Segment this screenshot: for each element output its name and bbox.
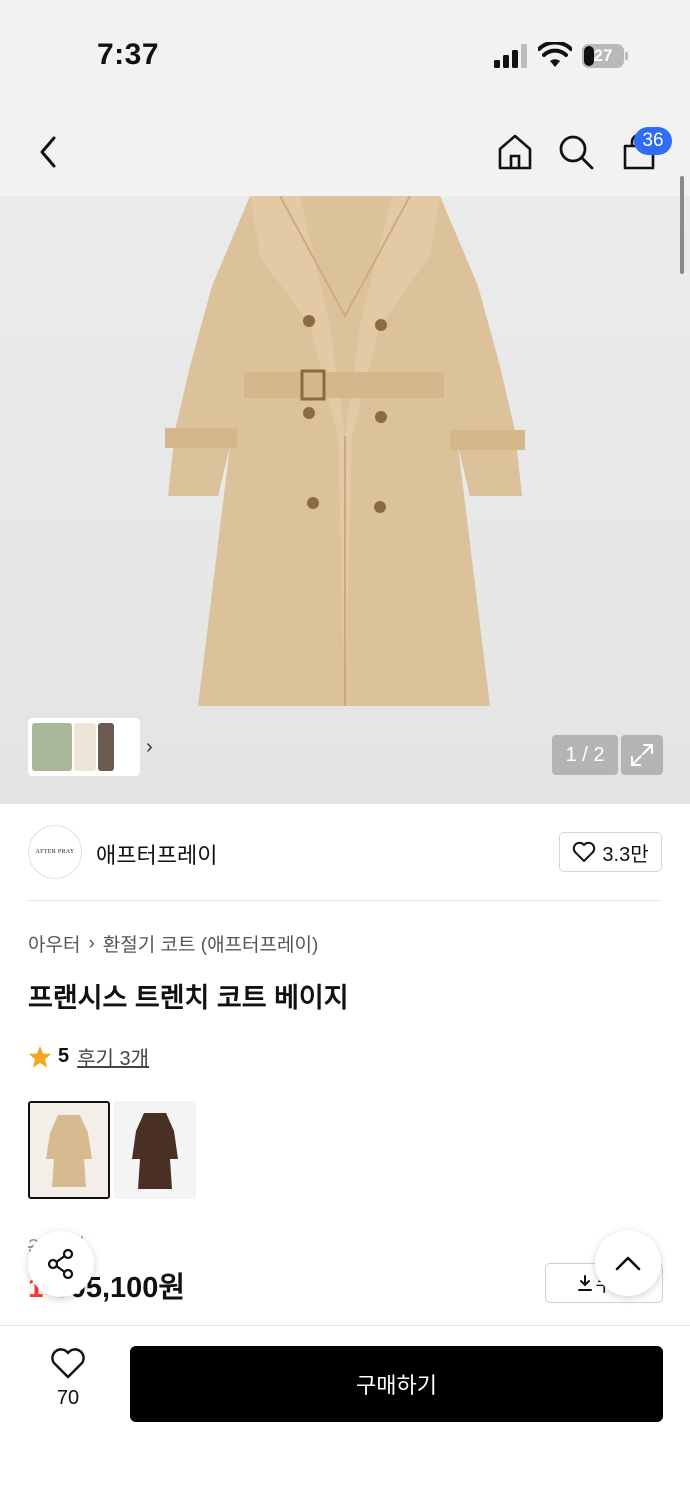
- breadcrumb-category[interactable]: 아우터: [28, 930, 80, 957]
- search-icon: [559, 135, 594, 170]
- status-bar: 7:37 27: [0, 0, 690, 110]
- download-icon: [577, 1275, 592, 1291]
- review-count-link[interactable]: 후기 3개: [77, 1042, 149, 1071]
- product-rating: 5 후기 3개: [28, 1042, 149, 1071]
- brand-name[interactable]: 애프터프레이: [96, 838, 217, 870]
- battery-level: 27: [593, 46, 613, 65]
- expand-button[interactable]: [621, 735, 663, 775]
- brand-like-button[interactable]: 3.3만: [559, 832, 662, 872]
- search-button[interactable]: [554, 130, 598, 174]
- breadcrumb-subcategory[interactable]: 환절기 코트 (애프터프레이): [103, 930, 319, 957]
- star-icon: [29, 1045, 51, 1067]
- wishlist-count: 70: [56, 1387, 80, 1409]
- wifi-icon: [538, 42, 572, 67]
- status-time: 7:37: [97, 38, 160, 71]
- bottom-action-bar: 70 구매하기: [0, 1325, 690, 1500]
- product-image-gallery[interactable]: [0, 196, 690, 804]
- image-counter: 1 / 2: [552, 735, 618, 775]
- image-thumbnail-strip[interactable]: ›: [28, 718, 153, 776]
- battery-icon: 27: [582, 44, 628, 68]
- chevron-right-icon[interactable]: ›: [146, 736, 153, 759]
- scroll-to-top-button[interactable]: [595, 1230, 661, 1296]
- brand-logo[interactable]: AFTER PRAY: [28, 825, 82, 879]
- divider: [28, 900, 662, 901]
- heart-icon: [51, 1348, 85, 1379]
- rating-score: 5: [58, 1045, 70, 1067]
- wishlist-button[interactable]: 70: [40, 1348, 96, 1410]
- product-image: [165, 196, 525, 706]
- chevron-left-icon: [40, 136, 56, 168]
- brand-row[interactable]: AFTER PRAY 애프터프레이 3.3만: [0, 804, 690, 900]
- cart-count-badge: 36: [634, 127, 672, 155]
- cellular-signal-icon: [494, 44, 527, 68]
- home-button[interactable]: [493, 130, 537, 174]
- expand-icon: [631, 744, 653, 766]
- color-option-beige[interactable]: [28, 1101, 110, 1199]
- color-thumbnail: [30, 1103, 108, 1197]
- back-button[interactable]: [26, 130, 70, 174]
- color-thumbnail: [114, 1101, 196, 1199]
- thumbnail-image[interactable]: [32, 723, 72, 771]
- chevron-up-icon: [615, 1256, 641, 1271]
- heart-icon: [573, 841, 596, 862]
- chevron-right-icon: ›: [88, 932, 95, 954]
- home-icon: [498, 134, 532, 170]
- brand-like-count: 3.3만: [602, 843, 649, 866]
- buy-button[interactable]: 구매하기: [130, 1346, 663, 1422]
- top-nav-bar: [0, 110, 690, 196]
- color-option-brown[interactable]: [114, 1101, 196, 1199]
- scrollbar[interactable]: [680, 176, 684, 274]
- breadcrumb: 아우터 › 환절기 코트 (애프터프레이): [28, 930, 318, 957]
- thumbnail-image[interactable]: [98, 723, 114, 771]
- thumbnail-image[interactable]: [74, 723, 96, 771]
- share-icon: [47, 1248, 74, 1280]
- share-button[interactable]: [28, 1231, 94, 1297]
- product-title: 프랜시스 트렌치 코트 베이지: [28, 983, 349, 1013]
